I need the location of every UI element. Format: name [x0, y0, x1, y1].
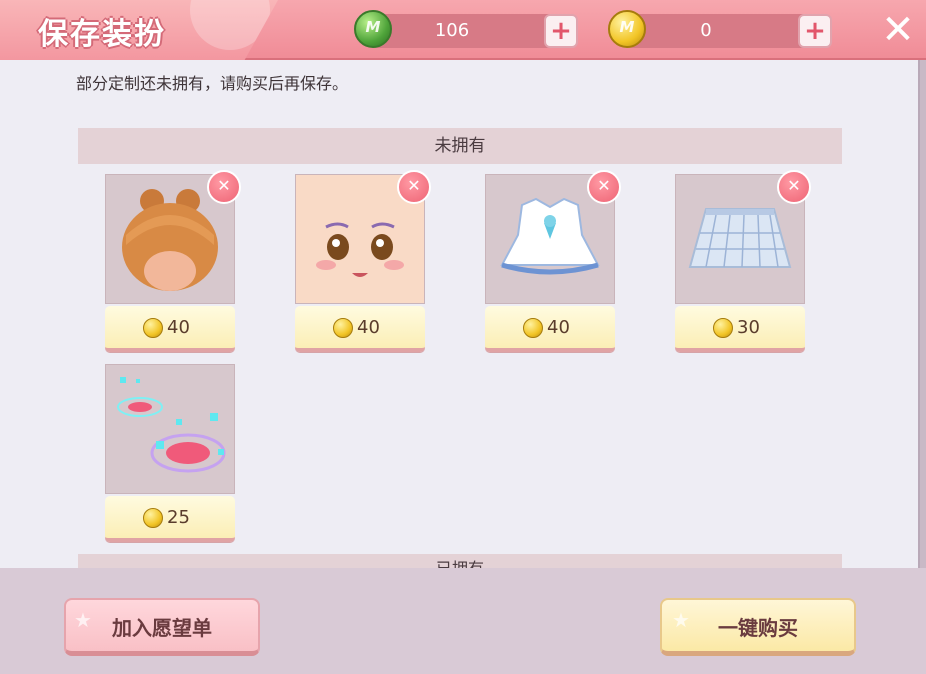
- footer-bar: ★ 加入愿望单 ★ 一键购买: [0, 568, 926, 674]
- page-title: 保存装扮: [38, 17, 166, 52]
- gold-coin-icon: [523, 318, 543, 338]
- owned-section-header: 已拥有: [78, 554, 842, 568]
- wishlist-button-label: 加入愿望单: [112, 616, 212, 640]
- item-card-skirt[interactable]: ✕ 30: [675, 170, 811, 354]
- remove-item-button[interactable]: ✕: [777, 170, 811, 204]
- gold-balance: 0: [700, 20, 712, 41]
- item-card-dress[interactable]: ✕ 40: [485, 170, 621, 354]
- close-button[interactable]: ✕: [878, 10, 918, 50]
- item-card-effect[interactable]: 25: [105, 364, 235, 544]
- remove-item-button[interactable]: ✕: [397, 170, 431, 204]
- buy-all-button-label: 一键购买: [718, 616, 798, 640]
- gold-coin-icon: [333, 318, 353, 338]
- gold-coin-icon: [713, 318, 733, 338]
- gold-balance-bar: M 0 +: [608, 10, 832, 48]
- unowned-section-header: 未拥有: [78, 128, 842, 164]
- add-gold-button[interactable]: +: [798, 14, 832, 48]
- item-card-hair[interactable]: ✕ 40: [105, 170, 241, 354]
- notice-text: 部分定制还未拥有，请购买后再保存。: [76, 74, 349, 93]
- item-price: 40: [357, 317, 380, 338]
- gem-balance: 106: [434, 20, 470, 41]
- gold-coin-icon: [143, 318, 163, 338]
- price-tag[interactable]: 40: [105, 306, 235, 352]
- add-gems-button[interactable]: +: [544, 14, 578, 48]
- magic-circle-effect-icon: [105, 364, 235, 494]
- remove-item-button[interactable]: ✕: [587, 170, 621, 204]
- item-price: 40: [547, 317, 570, 338]
- buy-all-button[interactable]: ★ 一键购买: [660, 598, 856, 656]
- item-price: 25: [167, 507, 190, 528]
- price-tag[interactable]: 30: [675, 306, 805, 352]
- gold-coin-icon: [143, 508, 163, 528]
- content-panel: 部分定制还未拥有，请购买后再保存。 未拥有 ✕ 40 ✕ 40 ✕ 40 ✕ 3…: [0, 60, 920, 568]
- star-icon: ★: [74, 608, 92, 632]
- item-card-face[interactable]: ✕ 40: [295, 170, 431, 354]
- price-tag[interactable]: 40: [485, 306, 615, 352]
- remove-item-button[interactable]: ✕: [207, 170, 241, 204]
- add-to-wishlist-button[interactable]: ★ 加入愿望单: [64, 598, 260, 656]
- price-tag[interactable]: 25: [105, 496, 235, 542]
- item-price: 40: [167, 317, 190, 338]
- header-bar: 保存装扮 M 106 + M 0 + ✕: [0, 0, 926, 60]
- star-icon: ★: [672, 608, 690, 632]
- item-price: 30: [737, 317, 760, 338]
- gem-balance-bar: M 106 +: [354, 10, 578, 48]
- price-tag[interactable]: 40: [295, 306, 425, 352]
